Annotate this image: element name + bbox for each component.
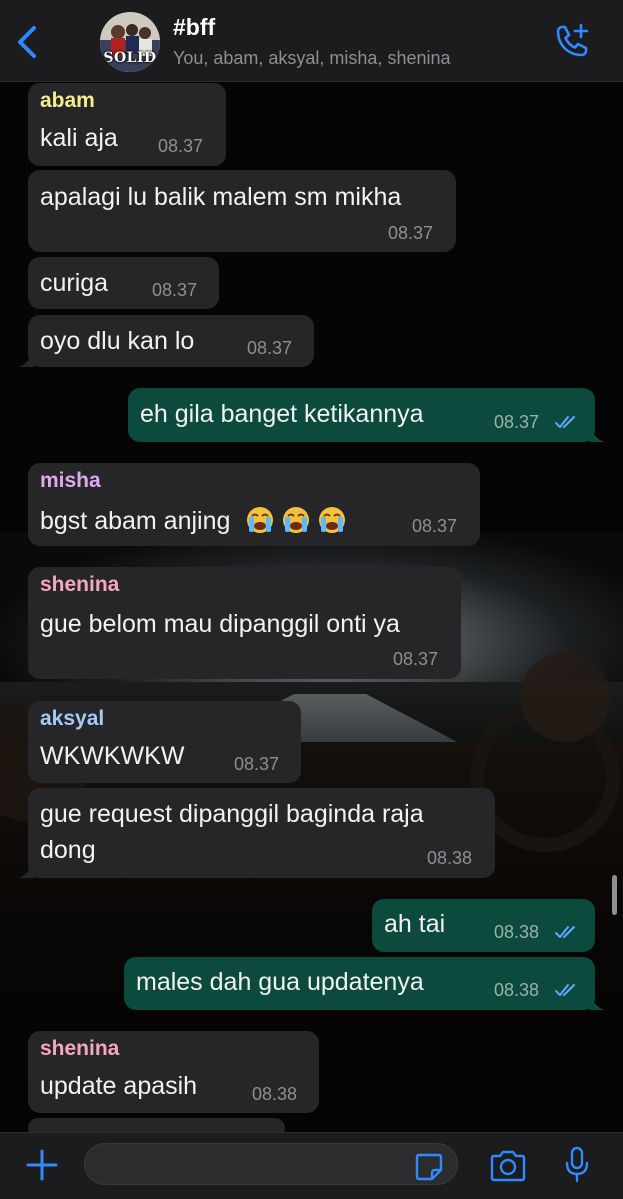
wallpaper-driver-head: [520, 652, 610, 742]
microphone-icon[interactable]: [562, 1145, 592, 1185]
message-text: kali aja: [40, 124, 118, 152]
chevron-left-icon[interactable]: [10, 22, 44, 62]
message-bubble-outgoing[interactable]: ah tai 08.38: [372, 899, 595, 952]
message-text: bgst abam anjing: [40, 505, 353, 536]
message-bubble[interactable]: misha bgst abam anjing 08.37: [28, 463, 480, 546]
read-ticks-icon: [555, 984, 575, 996]
message-bubble[interactable]: curiga 08.37: [28, 257, 219, 309]
message-text-content: bgst abam anjing: [40, 507, 231, 535]
bubble-tail: [589, 426, 605, 442]
phone-plus-icon[interactable]: [550, 22, 592, 62]
message-text: males dah gua updatenya: [136, 968, 424, 996]
message-text: eh gila banget ketikannya: [140, 400, 424, 428]
message-text: ah tai: [384, 910, 446, 938]
message-time: 08.37: [247, 338, 293, 358]
bubble-tail: [18, 351, 34, 367]
message-time: 08.37: [494, 412, 540, 432]
message-bubble-outgoing[interactable]: eh gila banget ketikannya 08.37: [128, 388, 605, 442]
message-time: 08.37: [234, 754, 280, 774]
sticker-icon[interactable]: [414, 1152, 444, 1182]
message-bubble[interactable]: abam kali aja 08.37: [28, 83, 226, 166]
message-bubble[interactable]: oyo dlu kan lo 08.37: [18, 315, 314, 367]
message-bubble[interactable]: gue request dipanggil baginda raja dong …: [18, 788, 495, 878]
message-bubble[interactable]: aksyal WKWKWKW 08.37: [28, 701, 301, 783]
emoji-group: [245, 507, 353, 535]
message-time: 08.38: [252, 1084, 298, 1104]
chat-participants[interactable]: You, abam, aksyal, misha, shenina: [173, 48, 451, 69]
avatar-label: SOLID: [103, 50, 157, 66]
message-input[interactable]: [84, 1143, 458, 1185]
sender-name: abam: [40, 89, 95, 112]
chat-title[interactable]: #bff: [173, 14, 215, 41]
message-bubble[interactable]: shenina gue belom mau dipanggil onti ya …: [28, 567, 461, 679]
message-text: curiga: [40, 269, 109, 297]
message-time: 08.37: [412, 516, 458, 536]
chat-header: SOLID #bff You, abam, aksyal, misha, she…: [0, 0, 623, 82]
bubble-tail: [18, 862, 34, 878]
message-text-line: gue request dipanggil baginda raja: [40, 800, 424, 828]
message-input-bar: [0, 1132, 623, 1199]
message-time: 08.37: [158, 136, 204, 156]
message-bubble[interactable]: shenina update apasih 08.38: [28, 1031, 319, 1113]
message-text: gue belom mau dipanggil onti ya: [40, 610, 400, 638]
camera-icon[interactable]: [488, 1148, 528, 1184]
loudly-crying-face-icon: [247, 507, 274, 533]
message-text: WKWKWKW: [40, 742, 185, 770]
message-time: 08.37: [152, 280, 198, 300]
read-ticks-icon: [555, 926, 575, 938]
bubble-tail: [589, 994, 605, 1010]
message-text-line: dong: [40, 836, 96, 864]
sender-name: shenina: [40, 1037, 120, 1060]
sender-name: aksyal: [40, 707, 105, 730]
plus-icon[interactable]: [24, 1147, 60, 1183]
message-time: 08.37: [393, 649, 439, 669]
message-time: 08.38: [427, 848, 473, 868]
sender-name: misha: [40, 469, 101, 492]
message-time: 08.38: [494, 922, 540, 942]
message-bubble-outgoing[interactable]: males dah gua updatenya 08.38: [124, 957, 605, 1010]
sender-name: shenina: [40, 573, 120, 596]
message-bubble[interactable]: apalagi lu balik malem sm mikha 08.37: [28, 170, 456, 252]
loudly-crying-face-icon: [319, 507, 346, 533]
message-time: 08.38: [494, 980, 540, 1000]
message-text: update apasih: [40, 1072, 198, 1100]
group-avatar[interactable]: SOLID: [100, 12, 160, 72]
scroll-indicator[interactable]: [612, 875, 617, 915]
message-time: 08.37: [388, 223, 434, 243]
loudly-crying-face-icon: [283, 507, 310, 533]
message-text: apalagi lu balik malem sm mikha: [40, 183, 402, 211]
read-ticks-icon: [555, 416, 575, 428]
message-text: oyo dlu kan lo: [40, 327, 195, 355]
